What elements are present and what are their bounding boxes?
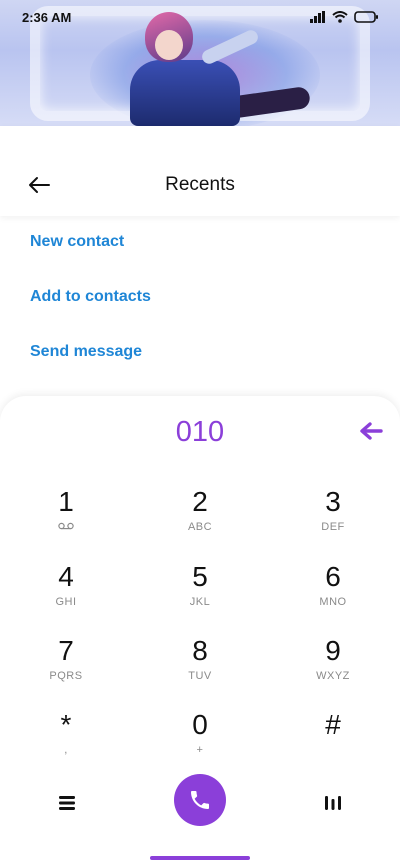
voicemail-icon (58, 522, 74, 530)
page-title: Recents (165, 174, 235, 195)
pause-icon (325, 796, 341, 810)
key-9[interactable]: 9 WXYZ (288, 635, 378, 695)
dialer-panel: 010 1 2 ABC 3 DEF 4 GHI 5 JKL 6 MNO 7 PQ… (0, 396, 400, 866)
key-digit: 3 (325, 486, 341, 517)
key-digit: 1 (58, 486, 74, 517)
key-digit: 5 (192, 561, 208, 592)
key-star[interactable]: * , (21, 709, 111, 769)
key-letters: DEF (321, 521, 345, 533)
header: Recents (0, 126, 400, 216)
key-digit: 8 (192, 635, 208, 666)
key-letters: JKL (189, 596, 211, 608)
key-digit: 2 (192, 486, 208, 517)
key-8[interactable]: 8 TUV (155, 635, 245, 695)
key-letters: ABC (187, 521, 213, 533)
key-letters: , (64, 744, 68, 756)
key-letters: GHI (55, 596, 77, 608)
dialer-bottom-row (0, 774, 400, 834)
pause-button[interactable] (318, 788, 348, 818)
call-button[interactable] (174, 774, 226, 826)
key-digit: # (325, 709, 341, 740)
key-4[interactable]: 4 GHI (21, 561, 111, 621)
key-letters: PQRS (49, 670, 83, 682)
key-1[interactable]: 1 (21, 486, 111, 546)
add-to-contacts-link[interactable]: Add to contacts (30, 287, 151, 342)
key-digit: 7 (58, 635, 74, 666)
key-3[interactable]: 3 DEF (288, 486, 378, 546)
key-2[interactable]: 2 ABC (155, 486, 245, 546)
status-time: 2:36 AM (22, 9, 72, 25)
key-5[interactable]: 5 JKL (155, 561, 245, 621)
key-digit: 9 (325, 635, 341, 666)
key-digit: 4 (58, 561, 74, 592)
menu-icon (59, 796, 75, 810)
key-0[interactable]: 0 + (155, 709, 245, 769)
key-7[interactable]: 7 PQRS (21, 635, 111, 695)
signal-icon (310, 11, 325, 23)
wifi-icon (332, 11, 348, 23)
backspace-icon (360, 422, 383, 440)
dialed-number: 010 (175, 416, 225, 448)
wallpaper-figure-body (130, 60, 240, 126)
key-letters: MNO (319, 596, 347, 608)
phone-icon (191, 791, 209, 809)
key-6[interactable]: 6 MNO (288, 561, 378, 621)
key-digit: * (60, 709, 72, 740)
new-contact-link[interactable]: New contact (30, 232, 151, 287)
key-digit: 0 (192, 709, 208, 740)
menu-button[interactable] (52, 788, 82, 818)
home-indicator (150, 856, 250, 860)
status-bar: 2:36 AM (0, 0, 400, 34)
key-digit: 6 (325, 561, 341, 592)
send-message-link[interactable]: Send message (30, 342, 151, 397)
key-hash[interactable]: # (288, 709, 378, 769)
key-letters: WXYZ (316, 670, 350, 682)
key-letters: TUV (188, 670, 212, 682)
status-icons (310, 11, 378, 23)
wallpaper-figure-face (155, 30, 183, 60)
battery-icon (354, 11, 378, 23)
backspace-button[interactable] (356, 416, 386, 446)
contact-actions: New contact Add to contacts Send message (30, 232, 151, 397)
key-letters: + (196, 744, 204, 756)
